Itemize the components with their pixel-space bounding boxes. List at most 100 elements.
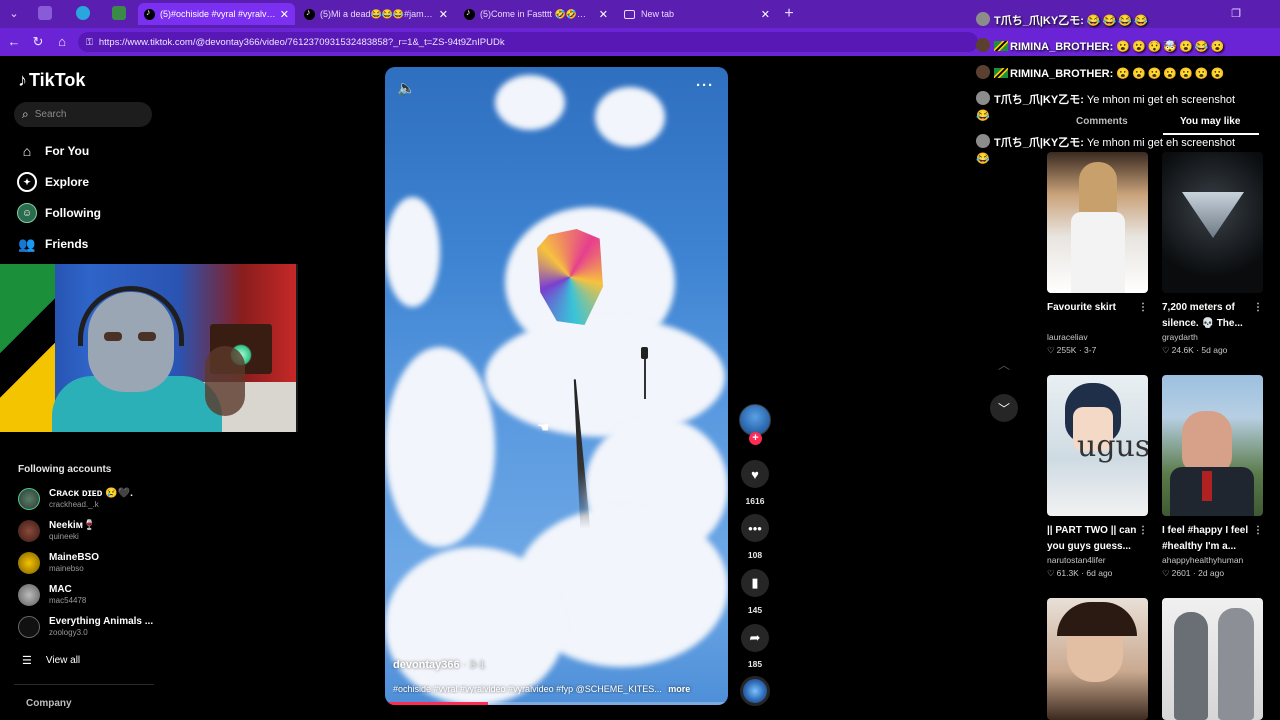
following-account[interactable]: MAC mac54478 — [18, 584, 86, 606]
reload-icon[interactable]: ↻ — [30, 34, 46, 50]
video-progress-bar[interactable] — [385, 702, 728, 705]
video-thumbnail[interactable]: ugust — [1047, 375, 1148, 516]
share-button[interactable]: ➦ — [741, 624, 769, 652]
pinned-tab-telegram[interactable] — [76, 6, 90, 20]
tab-list-chevron-icon[interactable]: ⌄ — [6, 6, 22, 22]
video-thumbnail[interactable] — [1162, 598, 1263, 720]
video-thumbnail[interactable] — [1162, 375, 1263, 516]
account-handle: crackhead._.k — [49, 500, 99, 509]
comment-button[interactable]: ••• — [741, 514, 769, 542]
like-count: 1616 — [745, 496, 765, 506]
card-date: 5d ago — [1201, 345, 1228, 355]
chat-avatar — [976, 91, 990, 105]
site-info-icon[interactable]: ⚿ — [86, 37, 93, 48]
card-author[interactable]: graydarth — [1162, 332, 1263, 342]
company-link[interactable]: Company — [26, 698, 72, 709]
card-author[interactable]: lauraceliav — [1047, 332, 1148, 342]
card-likes: 255K — [1056, 345, 1077, 355]
nav-for-you[interactable]: ⌂ For You — [17, 141, 89, 161]
pinned-tab-1[interactable] — [38, 6, 52, 20]
heart-outline-icon: ♡ — [1162, 568, 1170, 578]
video-player[interactable]: 🔈 ··· ☚ devontay366 · 3-1 #ochiside #vyr… — [385, 67, 728, 705]
close-tab-icon[interactable]: ✕ — [280, 8, 289, 21]
avatar — [18, 552, 40, 574]
recommended-video-card[interactable]: I feel #happy I feel #healthy I'm a... ⋮ … — [1162, 375, 1263, 579]
account-name: Everything Animals ... — [49, 616, 154, 627]
tab-3[interactable]: (5)Come in Fastttt 🤣🤣🤣 lir ✕ — [458, 3, 614, 25]
tab-active[interactable]: (5)#ochiside #vyral #vyralvideo #v ✕ — [138, 3, 295, 25]
view-all-button[interactable]: ☰ View all — [22, 654, 80, 667]
compass-icon: ✦ — [17, 172, 37, 192]
caption-more-button[interactable]: more — [668, 684, 690, 694]
search-input[interactable]: ⌕ Search — [14, 102, 152, 127]
save-button[interactable]: ▮ — [741, 569, 769, 597]
new-tab-plus-icon[interactable]: + — [781, 6, 797, 22]
home-button-icon[interactable]: ⌂ — [54, 34, 70, 49]
follow-plus-icon[interactable]: + — [749, 432, 762, 445]
back-arrow-icon[interactable]: ← — [6, 34, 22, 49]
comment-bubble-icon: ••• — [748, 520, 762, 536]
chat-emoji: 😂 — [976, 153, 992, 165]
nav-friends[interactable]: 👥 Friends — [17, 234, 88, 254]
tiktok-logo[interactable]: ♪ TikTok — [18, 70, 85, 91]
card-stats: ♡ 255K · 3-7 — [1047, 345, 1097, 355]
close-tab-icon[interactable]: ✕ — [761, 8, 770, 21]
address-bar[interactable]: ⚿ https://www.tiktok.com/@devontay366/vi… — [78, 32, 978, 52]
card-menu-icon[interactable]: ⋮ — [1138, 523, 1148, 539]
card-author[interactable]: narutostan4lifer — [1047, 555, 1148, 565]
like-button[interactable]: ♥ — [741, 460, 769, 488]
account-name: MaineBSO — [49, 552, 100, 563]
tab-new[interactable]: New tab ✕ — [618, 3, 776, 25]
chat-text: Ye mhon mi get eh screenshot — [1086, 137, 1236, 149]
nav-following[interactable]: ☺ Following — [17, 203, 101, 223]
chat-avatar — [976, 134, 990, 148]
thumbnail-tie — [1202, 471, 1212, 501]
following-account[interactable]: MaineBSO mainebso — [18, 552, 99, 574]
chat-emoji: 😮😮😯🤯😮😂😮 — [1116, 41, 1227, 53]
view-all-label: View all — [45, 655, 81, 666]
nav-label: Friends — [45, 237, 89, 251]
chat-avatar — [976, 38, 990, 52]
card-menu-icon[interactable]: ⋮ — [1253, 300, 1263, 316]
account-handle: mainebso — [49, 564, 84, 573]
more-options-icon[interactable]: ··· — [696, 77, 714, 94]
following-account[interactable]: Everything Animals ... zoology3.0 — [18, 616, 153, 638]
chat-emoji: 😂😂😂😂 — [1086, 15, 1150, 27]
nav-explore[interactable]: ✦ Explore — [17, 172, 89, 192]
card-menu-icon[interactable]: ⋮ — [1253, 523, 1263, 539]
nav-label: Explore — [45, 175, 90, 189]
pinned-tab-3[interactable] — [112, 6, 126, 20]
recommended-video-card[interactable]: ugust || PART TWO || can you guys guess.… — [1047, 375, 1148, 579]
video-thumbnail[interactable] — [1047, 152, 1148, 293]
close-tab-icon[interactable]: ✕ — [599, 8, 608, 21]
avatar — [18, 584, 40, 606]
thumbnail-face — [1182, 411, 1232, 473]
recommended-video-card[interactable] — [1047, 598, 1148, 720]
card-author[interactable]: ahappyhealthyhuman — [1162, 555, 1263, 565]
thumbnail-ship — [1182, 192, 1244, 238]
card-stats: ♡ 2601 · 2d ago — [1162, 568, 1225, 578]
following-account[interactable]: Cʀᴀᴄᴋ ᴅɪᴇᴅ 😢🖤. crackhead._.k — [18, 488, 133, 510]
video-thumbnail[interactable] — [1047, 598, 1148, 720]
close-tab-icon[interactable]: ✕ — [439, 8, 448, 21]
following-account[interactable]: Neekiм🍷 quineeki — [18, 520, 96, 542]
cloud — [385, 197, 440, 307]
tab-title: (5)Come in Fastttt 🤣🤣🤣 lir — [480, 8, 595, 19]
music-disc-icon[interactable] — [740, 676, 770, 706]
recommended-video-card[interactable]: 7,200 meters of silence. 💀 The... ⋮ grayd… — [1162, 152, 1263, 356]
tab-title: New tab — [641, 9, 675, 19]
recommended-video-card[interactable]: Favourite skirt ⋮ lauraceliav ♡ 255K · 3-7 — [1047, 152, 1148, 356]
video-author-line[interactable]: devontay366 · 3-1 — [393, 659, 485, 671]
tab-2[interactable]: (5)Mi a dead😂😂😂#jamaica #j ✕ — [298, 3, 454, 25]
recommended-video-card[interactable] — [1162, 598, 1263, 720]
chat-username: T爪ち_爪|KY乙モ: — [994, 137, 1084, 149]
search-icon: ⌕ — [22, 107, 29, 121]
heart-icon: ♥ — [751, 466, 759, 482]
video-thumbnail[interactable] — [1162, 152, 1263, 293]
next-video-chevron-down-icon[interactable]: ﹀ — [990, 394, 1018, 422]
share-arrow-icon: ➦ — [749, 630, 761, 645]
following-icon: ☺ — [17, 203, 37, 223]
card-menu-icon[interactable]: ⋮ — [1138, 300, 1148, 316]
volume-icon[interactable]: 🔈 — [397, 79, 416, 97]
previous-video-chevron-up-icon[interactable]: ︿ — [990, 350, 1018, 378]
